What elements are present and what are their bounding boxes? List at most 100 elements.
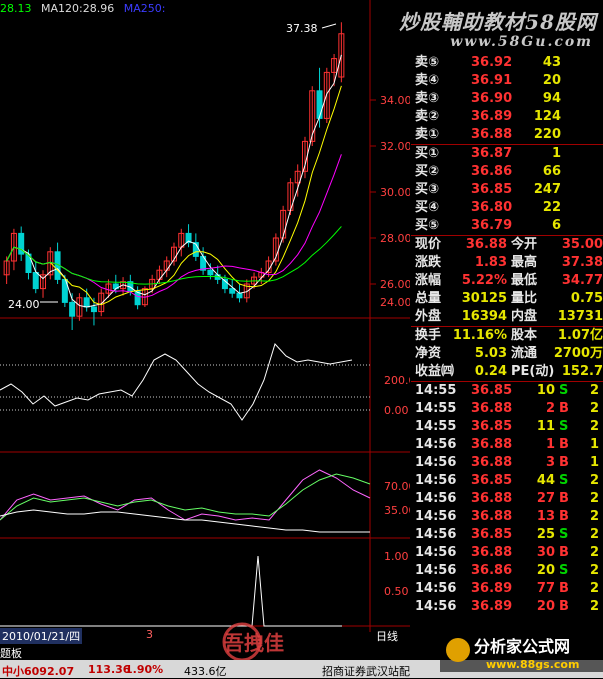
tick-row: 14:56 36.88 3 B 1	[411, 454, 603, 472]
stat-value: 2700万	[553, 346, 603, 361]
tick-direction: B	[559, 581, 569, 596]
tick-direction: B	[559, 545, 569, 560]
tick-volume: 10	[536, 383, 555, 398]
price-tick-label: 28.00	[380, 232, 410, 245]
order-price: 36.86	[471, 164, 513, 179]
sell-orders: 卖⑤ 36.92 43 卖④ 36.91 20 卖③ 36.90 94 卖② 36.89 124 卖① 3…	[411, 54, 603, 144]
tick-row: 14:56 36.89 77 B 2	[411, 580, 603, 598]
vol-spike-line	[0, 555, 342, 627]
price-tick-label: 32.00	[380, 140, 410, 153]
tick-price: 36.89	[471, 581, 513, 596]
tick-time: 14:55	[415, 419, 457, 434]
candle-body	[207, 269, 214, 276]
quote-label: 涨跌	[415, 255, 442, 270]
kdj-line	[0, 473, 371, 521]
order-label: 卖②	[415, 109, 440, 124]
order-volume: 247	[533, 182, 561, 197]
macd-tick-label: 0.00	[384, 404, 409, 417]
tick-count: 2	[589, 545, 599, 560]
tick-time: 14:55	[415, 401, 457, 416]
tick-volume: 77	[536, 581, 555, 596]
tick-price: 36.88	[471, 401, 513, 416]
candle-body	[316, 90, 323, 119]
order-label: 卖①	[415, 127, 440, 142]
buy-order-row: 买③ 36.85 247	[411, 181, 603, 199]
stat-value: 5.03	[474, 346, 507, 361]
tick-price: 36.88	[471, 509, 513, 524]
low-annotation: 24.00	[8, 298, 40, 311]
quote-label: 现价	[415, 237, 442, 252]
tick-direction: B	[559, 401, 569, 416]
watermark-58gu: 炒股輔助教材58股网 www.58Gu.com	[380, 4, 603, 54]
stock-stats: 换手 11.16% 股本 1.07亿 净资 5.03 流通 2700万 收益㈣ 0.24 PE(动)…	[411, 326, 603, 381]
buy-order-row: 买① 36.87 1	[411, 145, 603, 163]
board-label[interactable]: 题板	[0, 645, 22, 661]
tick-direction: B	[559, 437, 569, 452]
order-price: 36.88	[471, 127, 513, 142]
quote-row: 涨跌 1.83 最高 37.38	[411, 254, 603, 272]
quote-label: 今开	[511, 237, 538, 252]
order-price: 36.79	[471, 218, 513, 233]
quote-value: 13731	[557, 309, 603, 324]
index-value: 中小6092.07	[2, 665, 75, 678]
tick-time: 14:56	[415, 563, 457, 578]
high-arrow	[321, 23, 337, 29]
quote-panel: 卖⑤ 36.92 43 卖④ 36.91 20 卖③ 36.90 94 卖② 36.89 124 卖① 3…	[411, 54, 603, 628]
quote-summary: 现价 36.88 今开 35.00 涨跌 1.83 最高 37.38 涨幅 5.22% 最低 34.7…	[411, 235, 603, 326]
order-volume: 66	[542, 164, 561, 179]
tick-price: 36.88	[471, 545, 513, 560]
sell-order-row: 卖④ 36.91 20	[411, 72, 603, 90]
quote-value: 16394	[461, 309, 507, 324]
tick-count: 2	[589, 563, 599, 578]
quote-label: 内盘	[511, 309, 538, 324]
tick-direction: S	[559, 383, 569, 398]
tick-price: 36.88	[471, 455, 513, 470]
watermark-url: www.58Gu.com	[450, 34, 593, 50]
stat-label: 换手	[415, 328, 442, 343]
tick-row: 14:55 36.88 2 B 2	[411, 400, 603, 418]
candle-body	[69, 301, 76, 317]
order-volume: 94	[542, 91, 561, 106]
order-price: 36.89	[471, 109, 513, 124]
tick-price: 36.88	[471, 437, 513, 452]
stat-label: 流通	[511, 346, 538, 361]
tick-direction: B	[559, 509, 569, 524]
order-label: 买④	[415, 200, 440, 215]
tick-time: 14:56	[415, 581, 457, 596]
candle-body	[32, 272, 39, 290]
quote-value: 37.38	[561, 255, 603, 270]
tick-time: 14:56	[415, 545, 457, 560]
price-tick-label: 34.00	[380, 94, 410, 107]
tick-row: 14:56 36.85 25 S 2	[411, 526, 603, 544]
tick-count: 2	[589, 527, 599, 542]
logo-left-text: 吾拽佳	[224, 631, 284, 655]
broker-label: 招商证券武汉站配	[322, 665, 410, 678]
stat-label: PE(动)	[511, 364, 555, 379]
tick-time: 14:56	[415, 455, 457, 470]
buy-order-row: 买④ 36.80 22	[411, 199, 603, 217]
macd-line	[0, 343, 353, 421]
tick-count: 2	[589, 383, 599, 398]
tick-row: 14:56 36.85 44 S 2	[411, 472, 603, 490]
order-label: 卖③	[415, 91, 440, 106]
chart-grid	[0, 0, 410, 632]
kline-chart-area[interactable]: 34.00 32.00 30.00 28.00 26.00 24.00 200.00 0.00…	[0, 0, 410, 632]
tick-price: 36.85	[471, 527, 513, 542]
tick-volume: 44	[536, 473, 555, 488]
high-annotation: 37.38	[286, 22, 318, 35]
legend-close: 28.13	[0, 2, 32, 15]
tick-row: 14:56 36.88 30 B 2	[411, 544, 603, 562]
tick-count: 1	[589, 455, 599, 470]
tick-list[interactable]: 14:55 36.85 10 S 2 14:55 36.88 2 B 2 14:55 36.85 11 S…	[411, 381, 603, 616]
date-label: 2010/01/21/四	[0, 628, 83, 644]
tick-count: 2	[589, 599, 599, 614]
tab-daily[interactable]: 日线	[376, 628, 398, 644]
order-volume: 43	[542, 55, 561, 70]
quote-label: 涨幅	[415, 273, 442, 288]
price-axis: 34.00 32.00 30.00 28.00 26.00 24.00 200.00 0.00…	[380, 94, 410, 598]
order-label: 买②	[415, 164, 440, 179]
chart-footer: 2010/01/21/四 3 日线	[0, 628, 410, 644]
index-amount: 433.6亿	[184, 665, 227, 678]
legend-ma120: MA120:28.96	[41, 2, 115, 15]
tick-price: 36.86	[471, 563, 513, 578]
